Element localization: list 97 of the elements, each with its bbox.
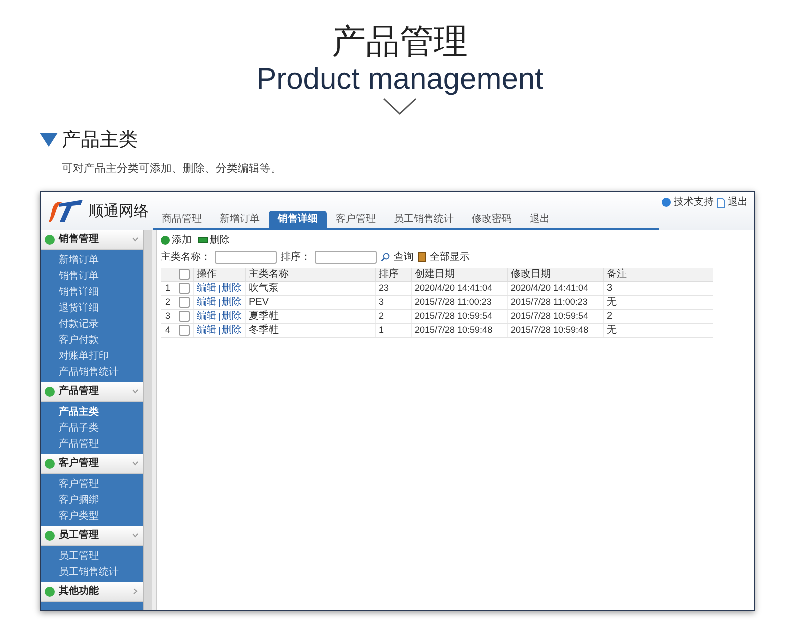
delete-link[interactable]: 删除 bbox=[222, 309, 242, 324]
table-cell: 2 bbox=[603, 310, 673, 323]
table-cell: 23 bbox=[375, 282, 411, 295]
table-cell: 2015/7/28 10:59:48 bbox=[507, 324, 603, 337]
table-cell: 2015/7/28 10:59:48 bbox=[411, 324, 507, 337]
nav-tab[interactable]: 销售详细 bbox=[269, 211, 327, 228]
delete-link[interactable]: 删除 bbox=[222, 323, 242, 338]
checkbox[interactable] bbox=[178, 325, 190, 336]
edit-link[interactable]: 编辑 bbox=[197, 323, 217, 338]
sidebar-item[interactable]: 产品子类 bbox=[41, 420, 143, 436]
name-input[interactable] bbox=[215, 250, 277, 264]
support-link[interactable]: 技术支持 bbox=[674, 195, 714, 210]
name-label: 主类名称： bbox=[161, 250, 211, 264]
table-cell: 2020/4/20 14:41:04 bbox=[507, 282, 603, 295]
nav-tab[interactable]: 退出 bbox=[521, 211, 559, 228]
edit-link[interactable]: 编辑 bbox=[197, 295, 217, 310]
nav-tab[interactable]: 员工销售统计 bbox=[385, 211, 463, 228]
column-header: 操作 bbox=[193, 268, 245, 281]
sidebar-item[interactable]: 客户类型 bbox=[41, 508, 143, 524]
table-cell: 2015/7/28 11:00:23 bbox=[507, 296, 603, 309]
table-cell: 夏季鞋 bbox=[245, 310, 375, 323]
sidebar-group-header[interactable]: 客户管理 bbox=[41, 454, 143, 474]
table-cell: 无 bbox=[603, 324, 673, 337]
table-cell: 2015/7/28 10:59:54 bbox=[507, 310, 603, 323]
row-number: 3 bbox=[164, 310, 172, 323]
table-cell: 2020/4/20 14:41:04 bbox=[411, 282, 507, 295]
sidebar-item[interactable]: 产品销售统计 bbox=[41, 364, 143, 380]
chevron-icon bbox=[132, 460, 139, 467]
sidebar-item[interactable]: 员工销售统计 bbox=[41, 564, 143, 580]
nav-tab[interactable]: 客户管理 bbox=[327, 211, 385, 228]
add-button[interactable]: 添加 bbox=[172, 232, 192, 248]
sidebar-group-header[interactable]: 产品管理 bbox=[41, 382, 143, 402]
sidebar-item[interactable]: 客户付款 bbox=[41, 332, 143, 348]
table-cell: 2 bbox=[375, 310, 411, 323]
sidebar-item[interactable]: 产品主类 bbox=[41, 404, 143, 420]
edit-link[interactable]: 编辑 bbox=[197, 281, 217, 296]
sort-input[interactable] bbox=[315, 250, 377, 264]
sidebar-item[interactable]: 新增订单 bbox=[41, 252, 143, 268]
page-title: 产品管理 bbox=[332, 22, 468, 62]
scrollbar[interactable] bbox=[143, 230, 152, 610]
table-cell: 2015/7/28 11:00:23 bbox=[411, 296, 507, 309]
table-cell: 3 bbox=[603, 282, 673, 295]
nav-tab[interactable]: 商品管理 bbox=[153, 211, 211, 228]
nav-tab[interactable]: 新增订单 bbox=[211, 211, 269, 228]
page-subtitle: Product management bbox=[256, 62, 544, 98]
table-cell: 冬季鞋 bbox=[245, 324, 375, 337]
table-cell: 1 bbox=[375, 324, 411, 337]
edit-link[interactable]: 编辑 bbox=[197, 309, 217, 324]
checkbox[interactable] bbox=[178, 297, 190, 308]
column-header: 备注 bbox=[603, 268, 673, 281]
logo-text: 顺通网络 bbox=[89, 200, 149, 222]
nav-tab[interactable]: 修改密码 bbox=[463, 211, 521, 228]
row-number: 4 bbox=[164, 324, 172, 337]
table-cell: 3 bbox=[375, 296, 411, 309]
column-header: 主类名称 bbox=[245, 268, 375, 281]
column-header: 修改日期 bbox=[507, 268, 603, 281]
show-all-button[interactable]: 全部显示 bbox=[430, 250, 470, 264]
checkbox[interactable] bbox=[178, 283, 190, 294]
sidebar-item[interactable]: 产品管理 bbox=[41, 436, 143, 452]
sidebar-group-header[interactable]: 销售管理 bbox=[41, 230, 143, 250]
sidebar-group-header[interactable]: 其他功能 bbox=[41, 582, 143, 602]
chevron-icon bbox=[132, 236, 139, 243]
table-cell: PEV bbox=[245, 296, 375, 309]
triangle-down-icon bbox=[40, 133, 58, 148]
delete-link[interactable]: 删除 bbox=[222, 281, 242, 296]
query-button[interactable]: 查询 bbox=[394, 250, 414, 264]
row-number: 2 bbox=[164, 296, 172, 309]
sidebar-item[interactable]: 销售订单 bbox=[41, 268, 143, 284]
chevron-down-icon bbox=[383, 98, 417, 116]
sort-label: 排序： bbox=[281, 250, 311, 264]
row-number: 1 bbox=[164, 282, 172, 295]
column-header: 创建日期 bbox=[411, 268, 507, 281]
sidebar-item[interactable]: 付款记录 bbox=[41, 316, 143, 332]
checkbox[interactable] bbox=[178, 311, 190, 322]
chevron-icon bbox=[132, 532, 139, 539]
sidebar-item[interactable]: 销售详细 bbox=[41, 284, 143, 300]
delete-button[interactable]: 删除 bbox=[210, 232, 230, 248]
logout-link[interactable]: 退出 bbox=[728, 195, 748, 210]
chevron-icon bbox=[132, 388, 139, 395]
sidebar-item[interactable]: 对账单打印 bbox=[41, 348, 143, 364]
sidebar-group-header[interactable]: 员工管理 bbox=[41, 526, 143, 546]
document-icon bbox=[717, 198, 725, 208]
table-cell: 吹气泵 bbox=[245, 282, 375, 295]
minus-icon bbox=[198, 237, 208, 243]
checkbox[interactable] bbox=[178, 269, 190, 280]
column-header: 排序 bbox=[375, 268, 411, 281]
section-title: 产品主类 bbox=[62, 128, 138, 153]
sidebar-item[interactable]: 客户捆绑 bbox=[41, 492, 143, 508]
section-description: 可对产品主分类可添加、删除、分类编辑等。 bbox=[62, 162, 283, 176]
sidebar-item[interactable]: 客户管理 bbox=[41, 476, 143, 492]
chevron-icon bbox=[132, 588, 139, 595]
delete-link[interactable]: 删除 bbox=[222, 295, 242, 310]
sidebar-item[interactable]: 员工管理 bbox=[41, 548, 143, 564]
sidebar-item[interactable]: 退货详细 bbox=[41, 300, 143, 316]
search-icon bbox=[381, 252, 390, 262]
table-cell: 2015/7/28 10:59:54 bbox=[411, 310, 507, 323]
table-cell: 无 bbox=[603, 296, 673, 309]
